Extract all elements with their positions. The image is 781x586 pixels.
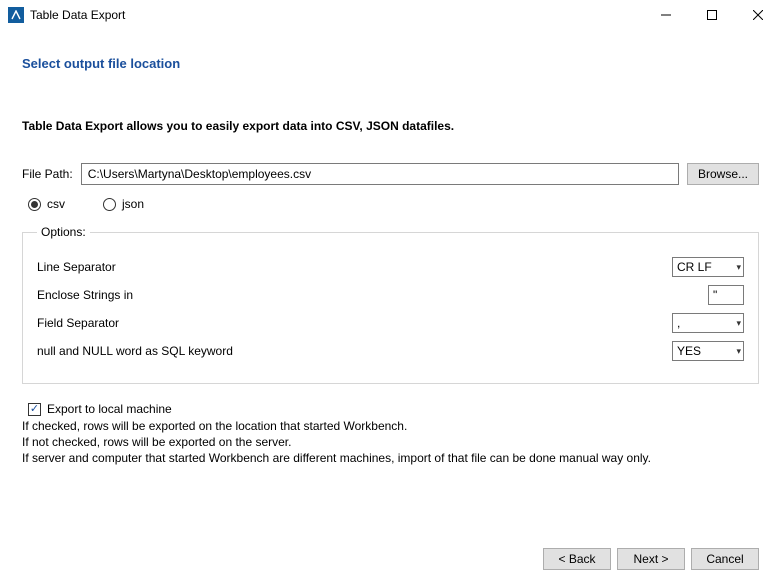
options-legend: Options: (37, 225, 90, 239)
options-group: Options: Line Separator CR LF ▾ Enclose … (22, 225, 759, 384)
radio-icon (28, 198, 41, 211)
option-label: null and NULL word as SQL keyword (37, 344, 672, 358)
footer-buttons: < Back Next > Cancel (543, 548, 759, 570)
checkbox-icon: ✓ (28, 403, 41, 416)
app-icon (8, 7, 24, 23)
input-value: " (713, 288, 717, 302)
window-title: Table Data Export (30, 8, 125, 22)
export-local-help: If checked, rows will be exported on the… (22, 418, 759, 467)
option-enclose-strings: Enclose Strings in " (37, 285, 744, 305)
field-separator-select[interactable]: , ▾ (672, 313, 744, 333)
format-radio-group: csv json (28, 197, 759, 211)
export-local-checkbox-row[interactable]: ✓ Export to local machine (28, 402, 759, 416)
chevron-down-icon: ▾ (736, 318, 741, 329)
file-path-row: File Path: Browse... (22, 163, 759, 185)
select-value: YES (677, 344, 701, 358)
help-line: If not checked, rows will be exported on… (22, 434, 759, 450)
option-null-keyword: null and NULL word as SQL keyword YES ▾ (37, 341, 744, 361)
option-label: Field Separator (37, 316, 672, 330)
close-button[interactable] (735, 0, 781, 30)
next-button[interactable]: Next > (617, 548, 685, 570)
file-path-label: File Path: (22, 167, 73, 181)
file-path-input[interactable] (81, 163, 679, 185)
option-label: Line Separator (37, 260, 672, 274)
select-value: CR LF (677, 260, 712, 274)
chevron-down-icon: ▾ (736, 262, 741, 273)
radio-label: csv (47, 197, 65, 211)
chevron-down-icon: ▾ (736, 346, 741, 357)
option-line-separator: Line Separator CR LF ▾ (37, 257, 744, 277)
option-field-separator: Field Separator , ▾ (37, 313, 744, 333)
format-radio-csv[interactable]: csv (28, 197, 65, 211)
back-button[interactable]: < Back (543, 548, 611, 570)
minimize-button[interactable] (643, 0, 689, 30)
page-description: Table Data Export allows you to easily e… (22, 119, 759, 133)
page-heading: Select output file location (22, 56, 759, 71)
help-line: If server and computer that started Work… (22, 450, 759, 466)
checkbox-label: Export to local machine (47, 402, 172, 416)
help-line: If checked, rows will be exported on the… (22, 418, 759, 434)
null-keyword-select[interactable]: YES ▾ (672, 341, 744, 361)
radio-label: json (122, 197, 144, 211)
line-separator-select[interactable]: CR LF ▾ (672, 257, 744, 277)
select-value: , (677, 316, 680, 330)
maximize-button[interactable] (689, 0, 735, 30)
radio-icon (103, 198, 116, 211)
title-bar: Table Data Export (0, 0, 781, 30)
format-radio-json[interactable]: json (103, 197, 144, 211)
option-label: Enclose Strings in (37, 288, 708, 302)
cancel-button[interactable]: Cancel (691, 548, 759, 570)
enclose-strings-input[interactable]: " (708, 285, 744, 305)
browse-button[interactable]: Browse... (687, 163, 759, 185)
